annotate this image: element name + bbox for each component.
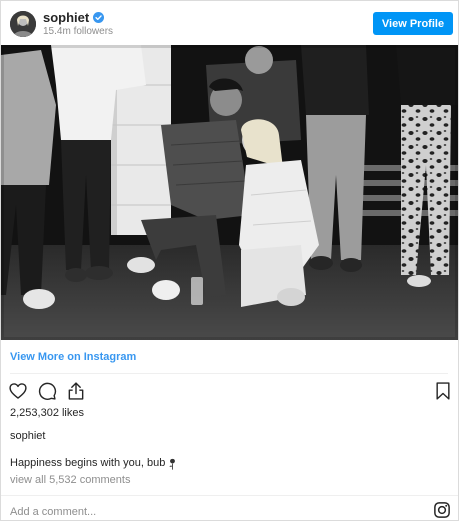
divider — [1, 495, 458, 496]
verified-badge-icon — [93, 12, 105, 23]
action-bar — [1, 381, 458, 403]
share-icon[interactable] — [66, 381, 86, 401]
view-more-link[interactable]: View More on Instagram — [10, 350, 136, 364]
comment-icon[interactable] — [37, 381, 57, 401]
heart-icon[interactable] — [8, 381, 28, 401]
view-profile-button[interactable]: View Profile — [373, 12, 453, 35]
add-comment-input[interactable] — [10, 504, 420, 520]
divider — [10, 373, 448, 374]
instagram-icon[interactable] — [433, 501, 451, 519]
bookmark-icon[interactable] — [433, 381, 453, 401]
caption-author[interactable]: sophiet — [10, 430, 45, 443]
avatar[interactable] — [10, 11, 36, 37]
post-photo[interactable] — [1, 45, 458, 340]
rose-icon — [169, 458, 176, 470]
follower-count: 15.4m followers — [43, 26, 114, 37]
caption-row: Happiness begins with you, bub — [10, 457, 177, 470]
instagram-embed-card: sophiet 15.4m followers View Profile Vie… — [0, 0, 459, 521]
caption-text: Happiness begins with you, bub — [10, 457, 166, 469]
username[interactable]: sophiet — [43, 10, 89, 25]
post-header: sophiet 15.4m followers View Profile — [1, 1, 458, 45]
view-all-comments-link[interactable]: view all 5,532 comments — [10, 474, 130, 487]
username-row[interactable]: sophiet — [43, 10, 105, 25]
like-count: 2,253,302 likes — [10, 407, 84, 419]
